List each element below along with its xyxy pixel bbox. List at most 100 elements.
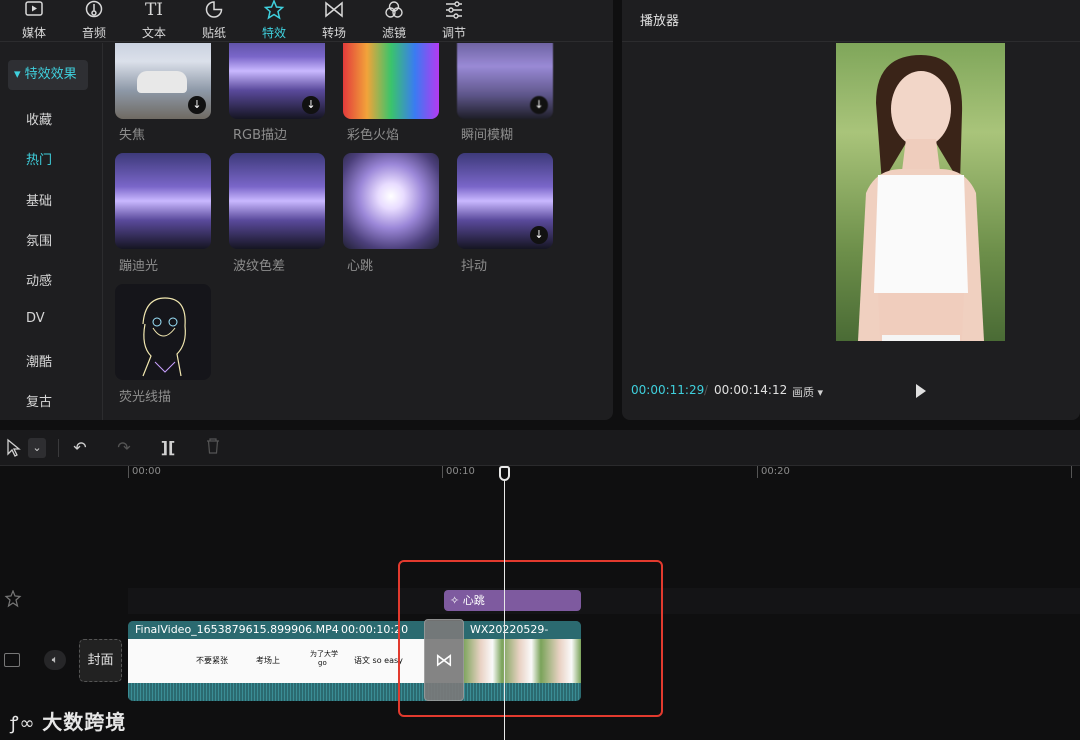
chevron-down-icon: ▾: [817, 386, 824, 399]
watermark-mark: ꝭ∞: [10, 713, 43, 734]
ruler-tick: [1071, 466, 1072, 478]
tab-adjust[interactable]: 调节: [424, 0, 484, 42]
quality-label: 画质: [792, 386, 814, 399]
media-icon: [23, 0, 45, 20]
cover-button[interactable]: 封面: [79, 639, 122, 682]
effect-thumb-instant-blur[interactable]: ↓: [457, 43, 553, 119]
player-panel: 播放器 00:00:11:29 / 00:00:14:12 画质 ▾: [622, 0, 1080, 420]
effect-label: 抖动: [461, 259, 488, 274]
watermark-logo: ꝭ∞ 大数跨境: [10, 706, 126, 735]
delete-icon[interactable]: [203, 438, 223, 458]
effect-label: RGB描边: [233, 128, 288, 143]
select-cursor-icon[interactable]: [4, 438, 24, 458]
filter-icon: [383, 0, 405, 20]
tab-label: 文本: [141, 26, 166, 40]
video-preview[interactable]: [836, 43, 1005, 341]
effect-thumb-shake[interactable]: ↓: [457, 153, 553, 249]
effect-thumb-color-flame[interactable]: [343, 43, 439, 119]
category-header[interactable]: ▾ 特效效果: [8, 60, 88, 90]
volume-icon[interactable]: 🔈︎: [44, 650, 66, 670]
divider: [622, 41, 1080, 42]
frame-text: go: [318, 659, 327, 667]
watermark-text: 大数跨境: [42, 710, 127, 734]
quality-dropdown[interactable]: 画质 ▾: [792, 384, 823, 400]
effect-thumb-neon-sketch[interactable]: [115, 284, 211, 380]
clip-filename: FinalVideo_1653879615.899906.MP4: [135, 623, 339, 636]
tab-text[interactable]: TI 文本: [124, 0, 184, 42]
effects-track-icon: [4, 589, 22, 608]
chevron-down-icon[interactable]: ⌄: [28, 438, 46, 458]
effects-sidebar: ▾ 特效效果 收藏 热门 基础 氛围 动感 DV 潮酷 复古: [0, 43, 103, 420]
sidebar-item-favorites[interactable]: 收藏: [26, 109, 52, 128]
video-track-icon: [4, 653, 20, 667]
ruler-label: 00:20: [761, 466, 790, 477]
top-toolbar: 媒体 音频 TI 文本 贴纸 特效 转场 滤镜 调节: [0, 0, 613, 42]
sidebar-item-trendy[interactable]: 潮酷: [26, 351, 52, 370]
divider: [58, 439, 59, 457]
ruler-tick: [128, 466, 129, 478]
effect-thumb-rgb-stroke[interactable]: ↓: [229, 43, 325, 119]
effects-icon: [263, 0, 285, 20]
tab-label: 调节: [441, 26, 466, 40]
neon-sketch-drawing: [142, 297, 186, 377]
player-title: 播放器: [640, 14, 680, 29]
tab-label: 滤镜: [381, 26, 406, 40]
car-shape: [137, 71, 187, 93]
effect-thumb-defocus[interactable]: ↓: [115, 43, 211, 119]
effect-thumb-heartbeat[interactable]: [343, 153, 439, 249]
sidebar-item-hot[interactable]: 热门: [26, 149, 52, 168]
tab-label: 转场: [321, 26, 346, 40]
sidebar-item-basic[interactable]: 基础: [26, 190, 52, 209]
total-time: 00:00:14:12: [714, 383, 788, 397]
effects-panel: 媒体 音频 TI 文本 贴纸 特效 转场 滤镜 调节 ▾ 特效效果 收藏 热门 …: [0, 0, 613, 420]
tab-filter[interactable]: 滤镜: [364, 0, 424, 42]
download-icon[interactable]: ↓: [188, 96, 206, 114]
ruler-label: 00:10: [446, 466, 475, 477]
category-header-label: 特效效果: [24, 67, 77, 82]
frame-text: 语文 so easy: [354, 656, 403, 665]
effect-label: 失焦: [119, 128, 146, 143]
sidebar-item-retro[interactable]: 复古: [26, 391, 52, 410]
download-icon[interactable]: ↓: [302, 96, 320, 114]
play-icon[interactable]: [916, 384, 926, 398]
effects-grid: ↓ 失焦 ↓ RGB描边 彩色火焰 ↓ 瞬间模糊 蹦迪光 波纹色差 心跳 ↓ 抖…: [103, 43, 613, 420]
timeline-ruler[interactable]: 00:00 00:10 00:20: [0, 466, 1080, 486]
audio-icon: [83, 0, 105, 20]
adjust-icon: [443, 0, 465, 20]
frame-text: 考场上: [256, 656, 280, 665]
sidebar-item-atmosphere[interactable]: 氛围: [26, 230, 52, 249]
preview-figure: [858, 55, 984, 341]
effect-label: 心跳: [347, 259, 374, 274]
effect-thumb-disco-light[interactable]: [115, 153, 211, 249]
timeline-toolbar: ⌄ ↶ ↷ ][: [0, 430, 1080, 466]
sidebar-item-dv[interactable]: DV: [26, 311, 45, 326]
effect-thumb-ripple-aberration[interactable]: [229, 153, 325, 249]
effect-label: 波纹色差: [233, 259, 286, 274]
split-icon[interactable]: ][: [158, 438, 178, 458]
tab-transition[interactable]: 转场: [304, 0, 364, 42]
frame-text: 不要紧张: [196, 656, 228, 665]
tab-sticker[interactable]: 贴纸: [184, 0, 244, 42]
time-separator: /: [704, 383, 709, 397]
ruler-tick: [757, 466, 758, 478]
effect-label: 彩色火焰: [347, 128, 400, 143]
tab-label: 音频: [81, 26, 106, 40]
tab-media[interactable]: 媒体: [4, 0, 64, 42]
tab-label: 贴纸: [201, 26, 226, 40]
effect-label: 瞬间模糊: [461, 128, 514, 143]
transition-icon: [323, 0, 345, 20]
redo-icon[interactable]: ↷: [114, 438, 134, 458]
download-icon[interactable]: ↓: [530, 96, 548, 114]
current-time: 00:00:11:29: [631, 383, 705, 397]
sidebar-item-dynamic[interactable]: 动感: [26, 270, 52, 289]
tab-effects[interactable]: 特效: [244, 0, 304, 42]
ruler-tick: [442, 466, 443, 478]
undo-icon[interactable]: ↶: [70, 438, 90, 458]
highlight-box: [398, 560, 663, 717]
tab-label: 媒体: [21, 26, 46, 40]
cover-label: 封面: [87, 653, 114, 668]
playhead-line: [504, 468, 505, 740]
playhead-handle[interactable]: [499, 466, 510, 481]
download-icon[interactable]: ↓: [530, 226, 548, 244]
tab-audio[interactable]: 音频: [64, 0, 124, 42]
